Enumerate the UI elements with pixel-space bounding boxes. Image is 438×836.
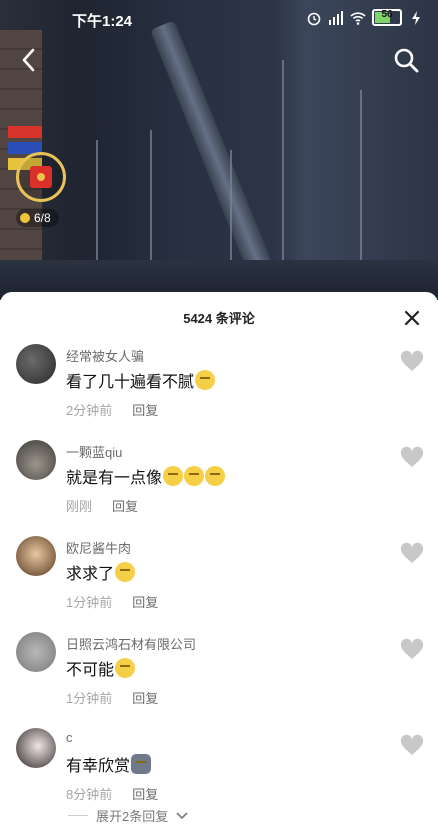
comment-text-body: 看了几十遍看不腻 bbox=[66, 374, 195, 391]
comment-meta: 1分钟前 回复 bbox=[66, 592, 158, 611]
video-player[interactable]: 下午1:24 56 6/8 bbox=[0, 0, 438, 300]
emoji-icon bbox=[163, 466, 184, 486]
comment-username[interactable]: 日照云鸿石材有限公司 bbox=[66, 634, 196, 653]
reply-button[interactable]: 回复 bbox=[132, 592, 158, 611]
comment-username[interactable]: 一颗蓝qiu bbox=[66, 442, 122, 461]
comment-username[interactable]: c bbox=[66, 730, 73, 745]
comment-time: 1分钟前 bbox=[66, 595, 113, 610]
comment-text[interactable]: 有幸欣赏 bbox=[66, 752, 152, 776]
reply-button[interactable]: 回复 bbox=[132, 784, 158, 803]
status-icons: 56 bbox=[306, 9, 424, 26]
battery-icon: 56 bbox=[372, 9, 402, 26]
status-bar: 下午1:24 56 bbox=[0, 0, 438, 36]
reply-button[interactable]: 回复 bbox=[112, 496, 138, 515]
comment-item: 一颗蓝qiu 就是有一点像 刚刚 回复 bbox=[0, 440, 438, 536]
heart-icon[interactable] bbox=[400, 638, 424, 660]
chevron-down-icon bbox=[176, 811, 188, 819]
comment-time: 8分钟前 bbox=[66, 787, 113, 802]
comment-meta: 刚刚 回复 bbox=[66, 496, 138, 515]
comment-text-body: 就是有一点像 bbox=[66, 470, 163, 487]
heart-icon[interactable] bbox=[400, 350, 424, 372]
alarm-icon bbox=[307, 12, 321, 25]
avatar[interactable] bbox=[16, 344, 56, 384]
comment-text[interactable]: 就是有一点像 bbox=[66, 464, 226, 488]
coin-count: 6/8 bbox=[34, 211, 51, 225]
battery-level: 56 bbox=[381, 9, 393, 20]
coin-progress[interactable]: 6/8 bbox=[16, 209, 59, 227]
comment-count-title: 5424 条评论 bbox=[183, 311, 255, 326]
comment-item: 日照云鸿石材有限公司 不可能 1分钟前 回复 bbox=[0, 632, 438, 728]
comment-text[interactable]: 不可能 bbox=[66, 656, 136, 680]
reply-button[interactable]: 回复 bbox=[132, 400, 158, 419]
emoji-icon bbox=[184, 466, 205, 486]
expand-replies-button[interactable]: 展开2条回复 bbox=[68, 806, 188, 825]
comment-meta: 2分钟前 回复 bbox=[66, 400, 158, 419]
heart-icon[interactable] bbox=[400, 734, 424, 756]
comment-meta: 8分钟前 回复 bbox=[66, 784, 158, 803]
emoji-icon bbox=[205, 466, 226, 486]
cat-emoji-icon bbox=[131, 754, 152, 774]
comment-item: c 有幸欣赏 8分钟前 回复 bbox=[0, 728, 438, 824]
comment-time: 刚刚 bbox=[66, 499, 93, 514]
emoji-icon bbox=[115, 562, 136, 582]
comment-text-body: 有幸欣赏 bbox=[66, 758, 131, 775]
wifi-icon bbox=[350, 11, 366, 25]
comment-text-body: 不可能 bbox=[66, 662, 115, 679]
avatar[interactable] bbox=[16, 440, 56, 480]
red-packet-widget[interactable] bbox=[16, 152, 66, 202]
comment-username[interactable]: 经常被女人骗 bbox=[66, 346, 144, 365]
expand-replies-label: 展开2条回复 bbox=[96, 809, 169, 824]
comment-username[interactable]: 欧尼酱牛肉 bbox=[66, 538, 131, 557]
avatar[interactable] bbox=[16, 632, 56, 672]
comment-time: 1分钟前 bbox=[66, 691, 113, 706]
heart-icon[interactable] bbox=[400, 446, 424, 468]
reply-button[interactable]: 回复 bbox=[132, 688, 158, 707]
comment-text[interactable]: 看了几十遍看不腻 bbox=[66, 368, 216, 392]
signal-icon bbox=[329, 10, 343, 25]
coin-icon bbox=[20, 213, 30, 223]
comment-item: 欧尼酱牛肉 求求了 1分钟前 回复 bbox=[0, 536, 438, 632]
back-arrow-icon[interactable] bbox=[14, 44, 46, 76]
search-icon[interactable] bbox=[390, 44, 422, 76]
comment-text-body: 求求了 bbox=[66, 566, 115, 583]
avatar[interactable] bbox=[16, 728, 56, 768]
divider-line bbox=[68, 815, 88, 816]
comment-sheet: 5424 条评论 经常被女人骗 看了几十遍看不腻 2分钟前 回复 一颗蓝qiu … bbox=[0, 292, 438, 836]
heart-icon[interactable] bbox=[400, 542, 424, 564]
emoji-icon bbox=[115, 658, 136, 678]
comment-text[interactable]: 求求了 bbox=[66, 560, 136, 584]
avatar[interactable] bbox=[16, 536, 56, 576]
comment-meta: 1分钟前 回复 bbox=[66, 688, 158, 707]
stage-pipe bbox=[150, 20, 279, 290]
emoji-icon bbox=[195, 370, 216, 390]
close-icon[interactable] bbox=[404, 310, 420, 326]
comment-time: 2分钟前 bbox=[66, 403, 113, 418]
comment-item: 经常被女人骗 看了几十遍看不腻 2分钟前 回复 bbox=[0, 344, 438, 440]
status-time: 下午1:24 bbox=[72, 13, 133, 30]
red-packet-icon bbox=[30, 166, 52, 188]
charging-icon bbox=[412, 10, 420, 25]
